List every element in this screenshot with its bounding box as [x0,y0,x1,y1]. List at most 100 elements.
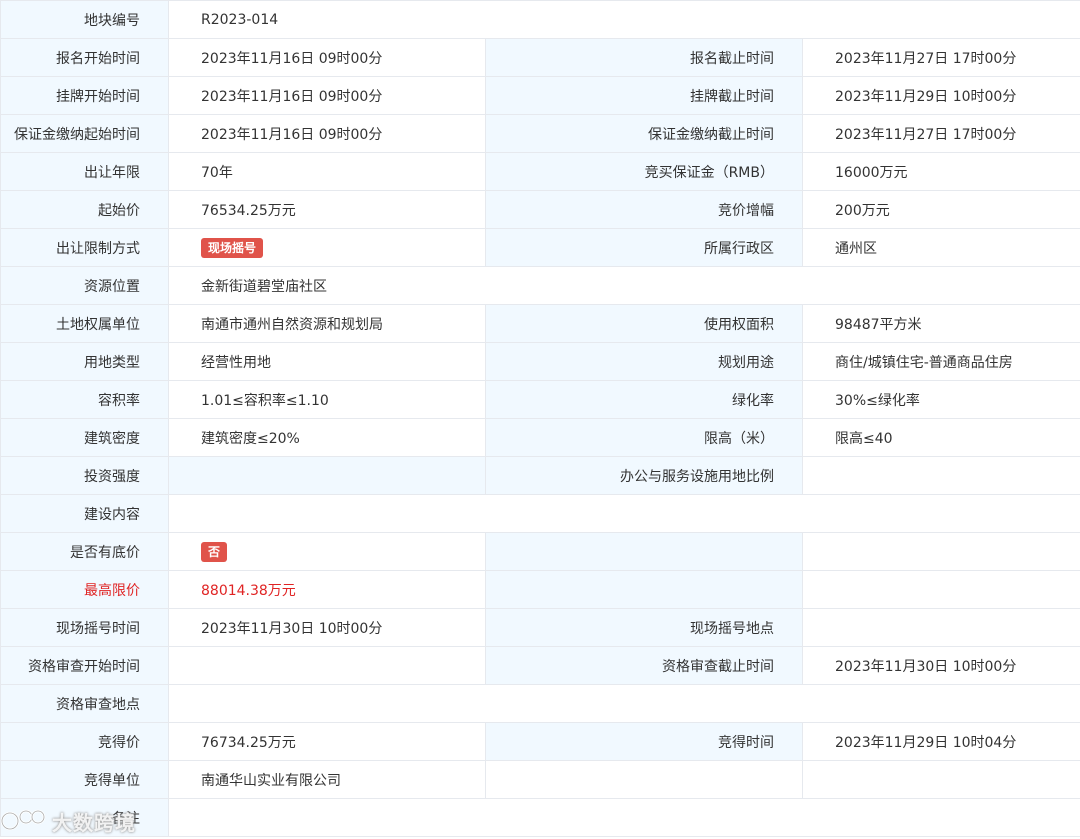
label-investment-intensity: 投资强度 [0,456,169,495]
table-row: 竞得单位 南通华山实业有限公司 [0,760,1080,799]
label-winning-price: 竞得价 [0,722,169,761]
table-row: 资格审查地点 [0,684,1080,723]
label-listing-end: 挂牌截止时间 [485,76,803,115]
value-height-limit: 限高≤40 [801,418,1080,457]
label-green-ratio: 绿化率 [485,380,803,419]
value-planned-use: 商住/城镇住宅-普通商品住房 [801,342,1080,381]
land-info-table: 地块编号 R2023-014 报名开始时间 2023年11月16日 09时00分… [0,0,1080,837]
table-row: 报名开始时间 2023年11月16日 09时00分 报名截止时间 2023年11… [0,38,1080,77]
table-row: 起始价 76534.25万元 竞价增幅 200万元 [0,190,1080,229]
value-listing-start: 2023年11月16日 09时00分 [168,76,486,115]
label-remarks: 备注 [0,798,169,837]
value-deposit-start: 2023年11月16日 09时00分 [168,114,486,153]
value-signup-start: 2023年11月16日 09时00分 [168,38,486,77]
label-parcel-no: 地块编号 [0,0,169,39]
label-district: 所属行政区 [485,228,803,267]
table-row: 现场摇号时间 2023年11月30日 10时00分 现场摇号地点 [0,608,1080,647]
table-row: 备注 [0,798,1080,837]
value-review-start [168,646,486,685]
label-empty-14 [485,532,803,571]
value-winning-time: 2023年11月29日 10时04分 [801,722,1080,761]
label-usage-area: 使用权面积 [485,304,803,343]
value-empty-20a [485,760,803,799]
label-winning-time: 竞得时间 [485,722,803,761]
value-green-ratio: 30%≤绿化率 [801,380,1080,419]
table-row: 土地权属单位 南通市通州自然资源和规划局 使用权面积 98487平方米 [0,304,1080,343]
lottery-badge: 现场摇号 [201,237,264,258]
value-listing-end: 2023年11月29日 10时00分 [801,76,1080,115]
label-signup-start: 报名开始时间 [0,38,169,77]
label-construction-content: 建设内容 [0,494,169,533]
label-lottery-time: 现场摇号时间 [0,608,169,647]
table-row: 地块编号 R2023-014 [0,0,1080,39]
value-district: 通州区 [801,228,1080,267]
label-office-ratio: 办公与服务设施用地比例 [485,456,803,495]
label-bid-deposit: 竞买保证金（RMB） [485,152,803,191]
label-bid-increment: 竞价增幅 [485,190,803,229]
table-row: 挂牌开始时间 2023年11月16日 09时00分 挂牌截止时间 2023年11… [0,76,1080,115]
value-empty-20b [801,760,1080,799]
table-row: 投资强度 办公与服务设施用地比例 [0,456,1080,495]
value-max-price: 88014.38万元 [168,570,486,609]
value-remarks [167,798,1080,837]
value-empty-15 [801,570,1080,609]
value-term-years: 70年 [168,152,486,191]
label-review-place: 资格审查地点 [0,684,169,723]
label-term-years: 出让年限 [0,152,169,191]
value-building-density: 建筑密度≤20% [168,418,486,457]
value-plot-ratio: 1.01≤容积率≤1.10 [168,380,486,419]
value-has-reserve-price: 否 [168,532,486,571]
table-row: 是否有底价 否 [0,532,1080,571]
value-lottery-place [801,608,1080,647]
value-empty-14 [801,532,1080,571]
label-lottery-place: 现场摇号地点 [485,608,803,647]
table-row: 容积率 1.01≤容积率≤1.10 绿化率 30%≤绿化率 [0,380,1080,419]
label-restriction-method: 出让限制方式 [0,228,169,267]
label-land-type: 用地类型 [0,342,169,381]
value-location: 金新街道碧堂庙社区 [167,266,1080,305]
value-restriction-method: 现场摇号 [168,228,486,267]
label-location: 资源位置 [0,266,169,305]
table-row: 竞得价 76734.25万元 竞得时间 2023年11月29日 10时04分 [0,722,1080,761]
value-usage-area: 98487平方米 [801,304,1080,343]
table-row: 资源位置 金新街道碧堂庙社区 [0,266,1080,305]
value-start-price: 76534.25万元 [168,190,486,229]
value-winning-price: 76734.25万元 [168,722,486,761]
label-building-density: 建筑密度 [0,418,169,457]
label-review-end: 资格审查截止时间 [485,646,803,685]
label-listing-start: 挂牌开始时间 [0,76,169,115]
no-badge: 否 [201,541,228,562]
value-review-end: 2023年11月30日 10时00分 [801,646,1080,685]
label-review-start: 资格审查开始时间 [0,646,169,685]
label-height-limit: 限高（米） [485,418,803,457]
label-winning-unit: 竞得单位 [0,760,169,799]
table-row: 保证金缴纳起始时间 2023年11月16日 09时00分 保证金缴纳截止时间 2… [0,114,1080,153]
table-row: 用地类型 经营性用地 规划用途 商住/城镇住宅-普通商品住房 [0,342,1080,381]
label-deposit-start: 保证金缴纳起始时间 [0,114,169,153]
value-office-ratio [801,456,1080,495]
label-land-owner: 土地权属单位 [0,304,169,343]
table-row: 建筑密度 建筑密度≤20% 限高（米） 限高≤40 [0,418,1080,457]
table-row: 资格审查开始时间 资格审查截止时间 2023年11月30日 10时00分 [0,646,1080,685]
value-signup-end: 2023年11月27日 17时00分 [801,38,1080,77]
value-winning-unit: 南通华山实业有限公司 [168,760,486,799]
table-row: 最高限价 88014.38万元 [0,570,1080,609]
value-construction-content [167,494,1080,533]
value-parcel-no: R2023-014 [167,0,1080,39]
value-bid-deposit: 16000万元 [801,152,1080,191]
label-signup-end: 报名截止时间 [485,38,803,77]
value-land-type: 经营性用地 [168,342,486,381]
table-row: 出让年限 70年 竞买保证金（RMB） 16000万元 [0,152,1080,191]
label-start-price: 起始价 [0,190,169,229]
label-plot-ratio: 容积率 [0,380,169,419]
label-deposit-end: 保证金缴纳截止时间 [485,114,803,153]
table-row: 出让限制方式 现场摇号 所属行政区 通州区 [0,228,1080,267]
value-lottery-time: 2023年11月30日 10时00分 [168,608,486,647]
label-has-reserve-price: 是否有底价 [0,532,169,571]
value-bid-increment: 200万元 [801,190,1080,229]
value-deposit-end: 2023年11月27日 17时00分 [801,114,1080,153]
label-planned-use: 规划用途 [485,342,803,381]
label-max-price: 最高限价 [0,570,169,609]
table-row: 建设内容 [0,494,1080,533]
label-empty-15 [485,570,803,609]
